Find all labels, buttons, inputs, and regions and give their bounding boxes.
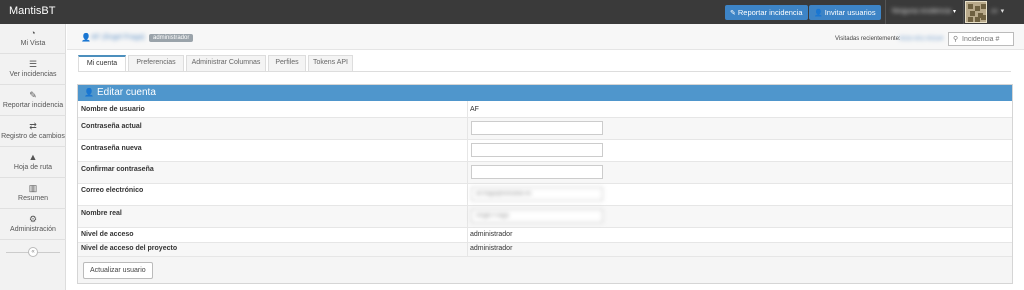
confirm-password-label: Confirmar contraseña xyxy=(81,166,154,173)
sidebar-item-administration[interactable]: ⚙ Administración xyxy=(0,210,66,240)
tabs-divider xyxy=(78,71,1011,72)
row-project-access-level: Nivel de acceso del proyecto administrad… xyxy=(78,243,1012,257)
access-level-label: Nivel de acceso xyxy=(81,231,134,238)
current-password-label: Contraseña actual xyxy=(81,123,142,130)
sidebar-item-report-issue[interactable]: ✎ Reportar incidencia xyxy=(0,86,66,116)
collapse-icon[interactable]: « xyxy=(28,247,38,257)
project-access-level-value: administrador xyxy=(470,245,513,252)
row-email: Correo electrónico xyxy=(78,184,1012,206)
sidebar: ◔ Mi Vista ☰ Ver incidencias ✎ Reportar … xyxy=(0,24,66,290)
row-real-name: Nombre real xyxy=(78,206,1012,228)
username-label: Nombre de usuario xyxy=(81,106,145,113)
row-access-level: Nivel de acceso administrador xyxy=(78,228,1012,243)
sidebar-item-my-view[interactable]: ◔ Mi Vista xyxy=(0,24,66,54)
panel-title: Editar cuenta xyxy=(96,87,156,98)
new-password-label: Contraseña nueva xyxy=(81,145,142,152)
top-navbar: MantisBT ✎ Reportar incidencia 👤 Invitar u… xyxy=(0,0,1024,24)
brand-logo[interactable]: MantisBT xyxy=(9,5,55,17)
sidebar-item-changelog[interactable]: ⇄ Registro de cambios xyxy=(0,117,66,147)
edit-account-panel: 👤 Editar cuenta Nombre de usuario AF Cont… xyxy=(77,84,1013,284)
invite-users-label: Invitar usuarios xyxy=(824,8,876,17)
row-confirm-password: Confirmar contraseña xyxy=(78,162,1012,184)
sidebar-item-label: Registro de cambios xyxy=(1,133,65,140)
form-footer: Actualizar usuario xyxy=(78,257,1012,283)
access-level-value: administrador xyxy=(470,231,513,238)
bar-chart-icon: ▥ xyxy=(28,183,38,193)
list-icon: ☰ xyxy=(28,59,38,69)
issue-search-box[interactable]: ⚲ xyxy=(948,32,1014,46)
user-icon: 👤 xyxy=(84,88,94,97)
edit-icon: ✎ xyxy=(730,10,736,17)
sidebar-item-view-issues[interactable]: ☰ Ver incidencias xyxy=(0,55,66,85)
gears-icon: ⚙ xyxy=(28,214,38,224)
tab-profiles[interactable]: Perfiles xyxy=(268,55,306,71)
road-icon: ▲ xyxy=(28,152,38,162)
row-username: Nombre de usuario AF xyxy=(78,101,1012,118)
email-field[interactable] xyxy=(471,187,603,201)
tab-api-tokens[interactable]: Tokens API xyxy=(308,55,353,71)
recent-visits-link[interactable]: 0025-001-00154 xyxy=(899,36,943,42)
sidebar-item-label: Administración xyxy=(10,226,56,233)
search-icon: ⚲ xyxy=(953,36,959,43)
edit-account-header: 👤 Editar cuenta xyxy=(78,85,1012,101)
access-level-badge: administrador xyxy=(149,34,194,42)
username-value: AF xyxy=(470,106,479,113)
project-selector[interactable]: Ninguna incidencia ▾ xyxy=(886,0,962,24)
navbar-divider xyxy=(963,0,964,24)
real-name-label: Nombre real xyxy=(81,210,122,217)
real-name-field[interactable] xyxy=(471,209,603,223)
row-new-password: Contraseña nueva xyxy=(78,140,1012,162)
user-menu-caret[interactable]: AF ▾ xyxy=(991,7,1004,15)
report-issue-button[interactable]: ✎ Reportar incidencia xyxy=(725,5,808,20)
breadcrumb: 👤 AF (Ángel Fraga) administrador Visitad… xyxy=(67,24,1024,50)
sidebar-item-label: Mi Vista xyxy=(20,40,46,47)
user-icon: 👤 xyxy=(81,33,91,42)
invite-users-button[interactable]: 👤 Invitar usuarios xyxy=(809,5,881,20)
sidebar-item-label: Hoja de ruta xyxy=(13,164,53,171)
email-label: Correo electrónico xyxy=(81,187,144,194)
sidebar-item-label: Reportar incidencia xyxy=(2,102,64,109)
sidebar-collapse-toggle[interactable]: « xyxy=(0,246,66,258)
project-selector-label: Ninguna incidencia xyxy=(892,8,952,15)
sidebar-item-roadmap[interactable]: ▲ Hoja de ruta xyxy=(0,148,66,178)
sidebar-item-label: Resumen xyxy=(18,195,48,202)
sidebar-item-label: Ver incidencias xyxy=(9,71,57,78)
tab-preferences[interactable]: Preferencias xyxy=(128,55,184,71)
tab-manage-columns[interactable]: Administrar Columnas xyxy=(186,55,266,71)
row-current-password: Contraseña actual xyxy=(78,118,1012,140)
user-avatar[interactable] xyxy=(965,1,987,23)
tab-my-account[interactable]: Mi cuenta xyxy=(78,55,126,72)
report-issue-label: Reportar incidencia xyxy=(737,8,803,17)
confirm-password-field[interactable] xyxy=(471,165,603,179)
update-user-button[interactable]: Actualizar usuario xyxy=(83,262,153,279)
current-password-field[interactable] xyxy=(471,121,603,135)
edit-icon: ✎ xyxy=(29,90,37,100)
sidebar-item-summary[interactable]: ▥ Resumen xyxy=(0,179,66,209)
project-access-level-label: Nivel de acceso del proyecto xyxy=(81,245,178,252)
dashboard-icon: ◔ xyxy=(30,28,36,38)
new-password-field[interactable] xyxy=(471,143,603,157)
recent-visits-label: Visitadas recientemente: xyxy=(835,36,901,42)
retweet-icon: ⇄ xyxy=(29,121,37,131)
user-plus-icon: 👤 xyxy=(814,10,823,17)
chevron-down-icon: ▾ xyxy=(952,9,956,15)
breadcrumb-user-name[interactable]: AF (Ángel Fraga) xyxy=(91,34,145,41)
issue-search-input[interactable] xyxy=(962,34,1012,45)
